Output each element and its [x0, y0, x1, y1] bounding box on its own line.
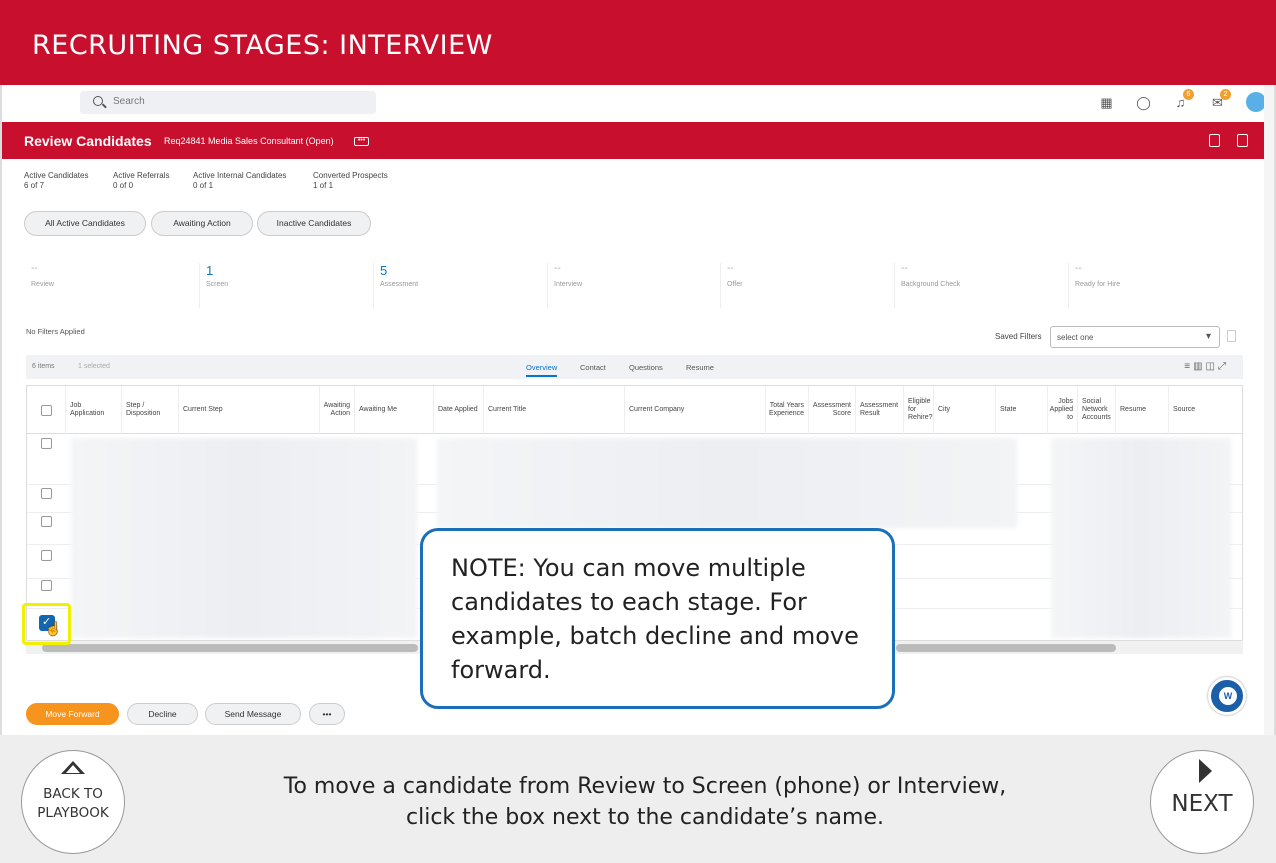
filter-all-active[interactable]: All Active Candidates	[24, 211, 146, 236]
move-forward-button[interactable]: Move Forward	[26, 703, 119, 725]
vertical-scrollbar[interactable]	[1264, 85, 1274, 735]
lesson-title: RECRUITING STAGES: INTERVIEW	[32, 30, 493, 61]
export-icon[interactable]	[1209, 134, 1220, 147]
footer-bar: BACK TO PLAYBOOK To move a candidate fro…	[0, 735, 1276, 863]
workday-assistant-icon[interactable]	[1208, 677, 1246, 715]
chevron-right-icon	[1199, 759, 1212, 783]
redacted-candidate-data	[1051, 438, 1231, 638]
instruction-line-1: To move a candidate from Review to Scree…	[283, 774, 1007, 799]
back-label: BACK TO PLAYBOOK	[37, 786, 109, 821]
stage-review[interactable]: -- Review	[31, 263, 201, 288]
back-to-playbook-button[interactable]: BACK TO PLAYBOOK	[21, 750, 125, 854]
col-social-accounts[interactable]: Social Network Accounts	[1077, 386, 1115, 434]
grid-selected-count: 1 selected	[78, 363, 110, 370]
saved-filters-label: Saved Filters	[995, 332, 1042, 341]
next-button[interactable]: NEXT	[1150, 750, 1254, 854]
col-source[interactable]: Source	[1168, 386, 1242, 434]
inbox-badge: 2	[1220, 88, 1231, 100]
col-state[interactable]: State	[995, 386, 1047, 434]
lesson-banner: RECRUITING STAGES: INTERVIEW	[0, 0, 1276, 85]
decline-button[interactable]: Decline	[127, 703, 198, 725]
col-assessment-score[interactable]: Assessment Score	[808, 386, 855, 434]
search-placeholder: Search	[113, 96, 145, 107]
page-title: Review Candidates	[24, 133, 152, 149]
col-awaiting-action[interactable]: Awaiting Action	[319, 386, 354, 434]
row-checkbox[interactable]	[41, 550, 52, 561]
stage-assessment[interactable]: 5 Assessment	[373, 263, 543, 308]
col-eligible-rehire[interactable]: Eligible for Rehire?	[903, 386, 933, 434]
row-checkbox[interactable]	[41, 488, 52, 499]
requisition-title: Req24841 Media Sales Consultant (Open)	[164, 136, 334, 146]
bell-icon[interactable]: ♫ 6	[1172, 88, 1194, 111]
top-icons: ▦ ◯ ♫ 6 ✉ 2	[1098, 88, 1266, 112]
col-job-application[interactable]: Job Application	[65, 386, 121, 434]
search-input[interactable]: Search	[80, 91, 376, 114]
col-date-applied[interactable]: Date Applied	[433, 386, 483, 434]
instruction-line-2: click the box next to the candidate’s na…	[406, 805, 884, 830]
row-checkbox[interactable]	[41, 580, 52, 591]
inbox-icon[interactable]: ✉ 2	[1209, 88, 1231, 111]
print-icon[interactable]	[1237, 134, 1248, 147]
stage-background-check[interactable]: -- Background Check	[894, 263, 1064, 308]
send-message-button[interactable]: Send Message	[205, 703, 301, 725]
filter-delete-icon[interactable]	[1227, 330, 1236, 342]
summary-active-referrals: Active Referrals 0 of 0	[113, 171, 170, 190]
summary-active-candidates: Active Candidates 6 of 7	[24, 171, 89, 190]
checkbox-highlight	[22, 603, 71, 645]
tab-overview[interactable]: Overview	[526, 363, 558, 377]
col-current-company[interactable]: Current Company	[624, 386, 765, 434]
related-actions-button[interactable]: •••	[354, 137, 369, 146]
instruction-text: To move a candidate from Review to Scree…	[200, 771, 1090, 833]
apps-grid-icon[interactable]: ▦	[1098, 94, 1115, 111]
saved-filters-select[interactable]: select one	[1050, 326, 1220, 348]
scrollbar-thumb[interactable]	[896, 644, 1116, 652]
page-header: Review Candidates Req24841 Media Sales C…	[2, 122, 1274, 159]
col-total-years[interactable]: Total Years Experience	[765, 386, 808, 434]
filters-status: No Filters Applied	[26, 327, 85, 336]
row-checkbox[interactable]	[41, 516, 52, 527]
tab-resume[interactable]: Resume	[686, 363, 714, 372]
tab-contact[interactable]: Contact	[580, 363, 606, 372]
grid-item-count: 6 items	[32, 363, 55, 370]
col-city[interactable]: City	[933, 386, 995, 434]
select-all-checkbox[interactable]	[41, 405, 52, 416]
stage-screen[interactable]: 1 Screen	[199, 263, 369, 308]
summary-converted-prospects: Converted Prospects 1 of 1	[313, 171, 388, 190]
stage-offer[interactable]: -- Offer	[720, 263, 890, 308]
chevron-up-icon	[61, 761, 85, 774]
chat-icon[interactable]: ◯	[1135, 94, 1152, 111]
col-current-title[interactable]: Current Title	[483, 386, 624, 434]
redacted-candidate-data	[437, 438, 1017, 528]
search-icon	[93, 96, 103, 106]
filter-inactive[interactable]: Inactive Candidates	[257, 211, 371, 236]
grid-tools[interactable]: ≡▥◫⤢	[1184, 361, 1229, 372]
col-current-step[interactable]: Current Step	[178, 386, 319, 434]
notification-badge: 6	[1183, 88, 1194, 100]
top-bar: Search ▦ ◯ ♫ 6 ✉ 2	[2, 85, 1274, 122]
col-assessment-result[interactable]: Assessment Result	[855, 386, 903, 434]
filter-awaiting-action[interactable]: Awaiting Action	[151, 211, 253, 236]
tab-questions[interactable]: Questions	[629, 363, 663, 372]
stage-ready-for-hire[interactable]: -- Ready for Hire	[1068, 263, 1238, 308]
redacted-candidate-data	[71, 438, 417, 638]
col-step-disposition[interactable]: Step / Disposition	[121, 386, 178, 434]
row-checkbox[interactable]	[41, 438, 52, 449]
next-label: NEXT	[1171, 791, 1233, 817]
col-awaiting-me[interactable]: Awaiting Me	[354, 386, 433, 434]
scrollbar-thumb[interactable]	[42, 644, 418, 652]
col-jobs-applied[interactable]: Jobs Applied to	[1047, 386, 1077, 434]
grid-toolbar: 6 items 1 selected Overview Contact Ques…	[26, 355, 1243, 379]
summary-internal-candidates: Active Internal Candidates 0 of 1	[193, 171, 287, 190]
more-actions-button[interactable]: •••	[309, 703, 345, 725]
stage-interview[interactable]: -- Interview	[547, 263, 717, 308]
col-resume[interactable]: Resume	[1115, 386, 1168, 434]
profile-cloud-icon[interactable]	[1246, 92, 1266, 112]
note-callout: NOTE: You can move multiple candidates t…	[420, 528, 895, 709]
table-header: Job Application Step / Disposition Curre…	[27, 386, 1242, 434]
